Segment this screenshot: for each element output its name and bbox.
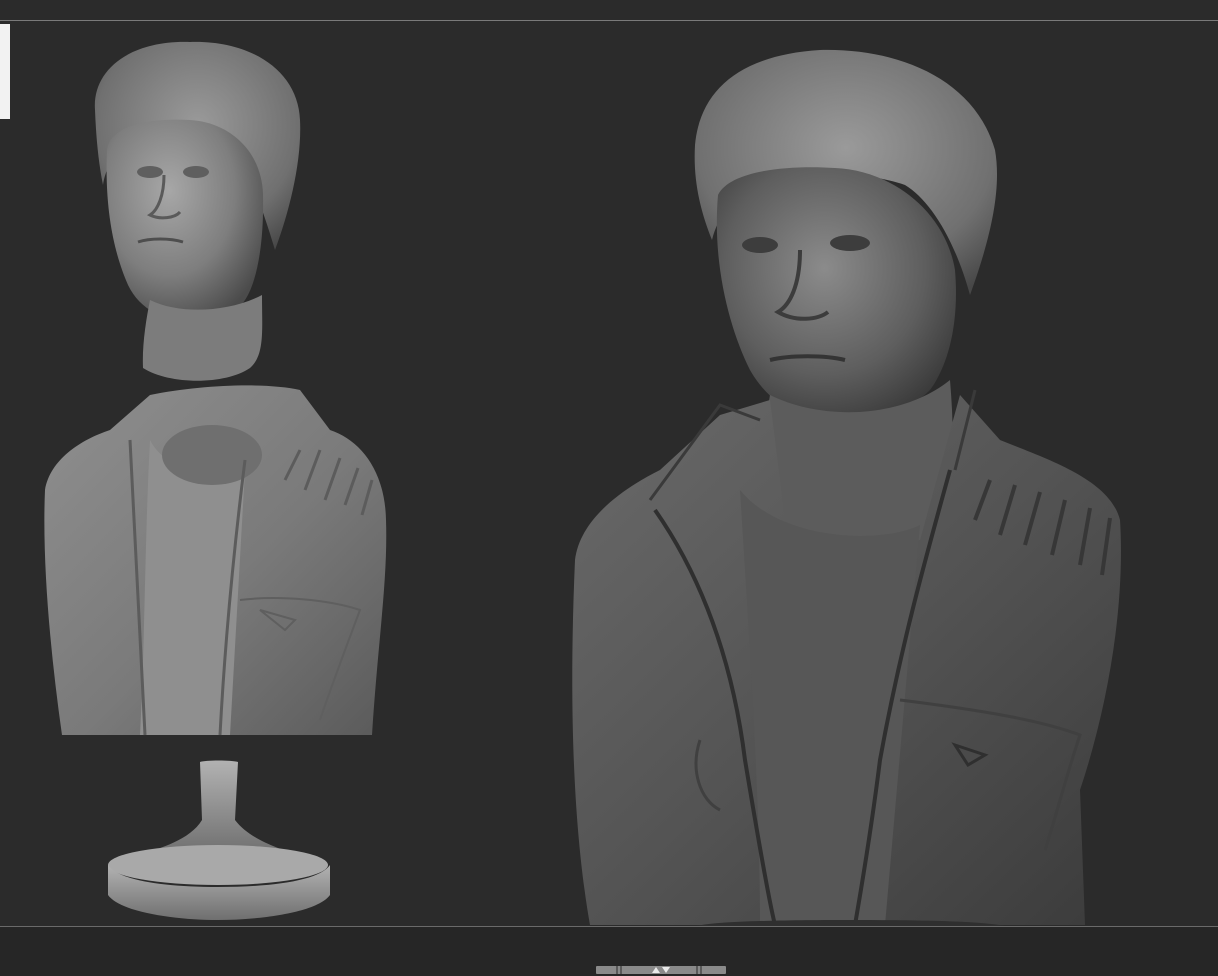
3d-viewport[interactable] — [0, 21, 1218, 926]
scroll-grip — [620, 966, 622, 974]
scroll-arrows-icon[interactable] — [650, 965, 672, 975]
base-stem — [140, 760, 295, 855]
scroll-up-icon[interactable] — [652, 967, 660, 973]
left-eye — [137, 166, 163, 178]
scroll-grip — [700, 966, 702, 974]
base-top — [108, 845, 328, 885]
bust-head — [716, 167, 956, 420]
scroll-down-icon[interactable] — [662, 967, 670, 973]
bust-left-eye — [742, 237, 778, 253]
scroll-grip — [616, 966, 618, 974]
head — [106, 119, 264, 322]
bust-right-eye — [830, 235, 870, 251]
torso-shirt — [140, 440, 245, 735]
torso-neck-socket — [162, 425, 262, 485]
scroll-grip — [696, 966, 698, 974]
right-eye — [183, 166, 209, 178]
exploded-bust-parts[interactable] — [44, 41, 387, 920]
assembled-bust[interactable] — [572, 49, 1121, 926]
